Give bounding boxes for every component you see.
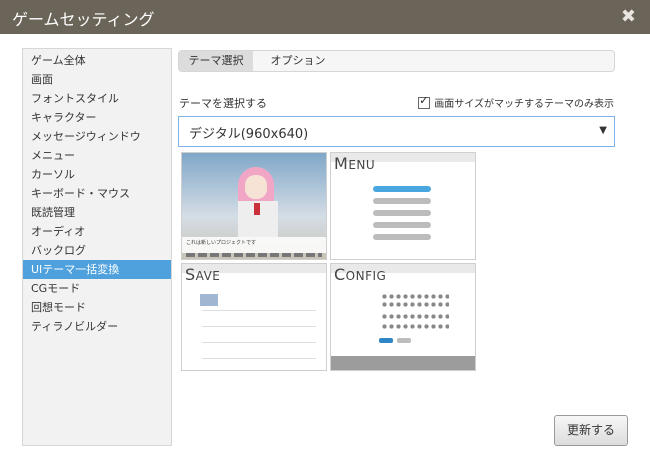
- theme-preview-save[interactable]: SAVE: [181, 263, 327, 371]
- speed-slider-preview: [381, 324, 449, 329]
- volume-slider-preview: [381, 294, 449, 299]
- menu-preview-button: [373, 234, 431, 240]
- config-preview-heading: CONFIG: [334, 265, 387, 284]
- quick-menu-preview: [186, 253, 322, 257]
- window-title: ゲームセッティング: [12, 10, 155, 29]
- tab-theme-select[interactable]: テーマ選択: [179, 51, 253, 71]
- sidebar-item-audio[interactable]: オーディオ: [23, 222, 171, 241]
- theme-dropdown-value: デジタル(960x640): [189, 127, 309, 142]
- tab-bar: テーマ選択 オプション: [178, 50, 615, 72]
- theme-preview-menu[interactable]: MENU: [330, 152, 476, 260]
- sidebar-item-screen[interactable]: 画面: [23, 70, 171, 89]
- fit-size-checkbox-label: 画面サイズがマッチするテーマのみ表示: [434, 99, 614, 110]
- sidebar-item-read-management[interactable]: 既読管理: [23, 203, 171, 222]
- sidebar: ゲーム全体 画面 フォントスタイル キャラクター メッセージウィンドウ メニュー…: [22, 48, 172, 446]
- speed-slider-preview: [381, 314, 449, 319]
- save-preview-heading: SAVE: [185, 265, 221, 284]
- theme-select-label: テーマを選択する: [179, 97, 267, 110]
- close-icon[interactable]: ✖: [621, 6, 636, 27]
- sidebar-item-menu[interactable]: メニュー: [23, 146, 171, 165]
- sidebar-item-backlog[interactable]: バックログ: [23, 241, 171, 260]
- toggle-off-preview: [397, 338, 411, 343]
- caret-down-icon: ▼: [599, 125, 607, 136]
- character-face: [245, 175, 267, 199]
- preview-footer-bar: [331, 356, 475, 370]
- volume-slider-preview: [381, 302, 449, 307]
- sidebar-item-tyrano-builder[interactable]: ティラノビルダー: [23, 317, 171, 336]
- message-text-preview: これは新しいプロジェクトです: [186, 240, 257, 246]
- update-button[interactable]: 更新する: [554, 415, 628, 446]
- title-bar: ゲームセッティング ✖: [0, 0, 650, 34]
- save-slot-divider: [202, 358, 316, 359]
- toggle-on-preview: [379, 338, 393, 343]
- menu-preview-button: [373, 210, 431, 216]
- settings-window: ゲームセッティング ✖ ゲーム全体 画面 フォントスタイル キャラクター メッセ…: [0, 0, 650, 460]
- sidebar-item-cursor[interactable]: カーソル: [23, 165, 171, 184]
- save-slot-divider: [202, 342, 316, 343]
- save-slot-divider: [202, 326, 316, 327]
- menu-preview-button: [373, 198, 431, 204]
- sidebar-item-game[interactable]: ゲーム全体: [23, 51, 171, 70]
- sidebar-item-message-window[interactable]: メッセージウィンドウ: [23, 127, 171, 146]
- sidebar-item-character[interactable]: キャラクター: [23, 108, 171, 127]
- sidebar-item-ui-theme[interactable]: UIテーマ一括変換: [23, 260, 171, 279]
- sidebar-item-keyboard-mouse[interactable]: キーボード・マウス: [23, 184, 171, 203]
- save-slot-divider: [202, 310, 316, 311]
- save-slot-thumbnail: [200, 294, 218, 306]
- sidebar-item-font-style[interactable]: フォントスタイル: [23, 89, 171, 108]
- menu-preview-heading: MENU: [334, 154, 376, 173]
- theme-dropdown[interactable]: デジタル(960x640) ▼: [178, 116, 615, 147]
- theme-preview-game[interactable]: これは新しいプロジェクトです: [181, 152, 327, 260]
- menu-preview-button: [373, 186, 431, 192]
- theme-preview-config[interactable]: CONFIG: [330, 263, 476, 371]
- sidebar-item-recollection-mode[interactable]: 回想モード: [23, 298, 171, 317]
- checkbox-checked-icon[interactable]: [418, 94, 431, 109]
- character-ribbon: [254, 203, 260, 215]
- fit-size-checkbox[interactable]: 画面サイズがマッチするテーマのみ表示: [418, 94, 614, 110]
- menu-preview-button: [373, 222, 431, 228]
- sidebar-item-cg-mode[interactable]: CGモード: [23, 279, 171, 298]
- tab-options[interactable]: オプション: [253, 51, 343, 71]
